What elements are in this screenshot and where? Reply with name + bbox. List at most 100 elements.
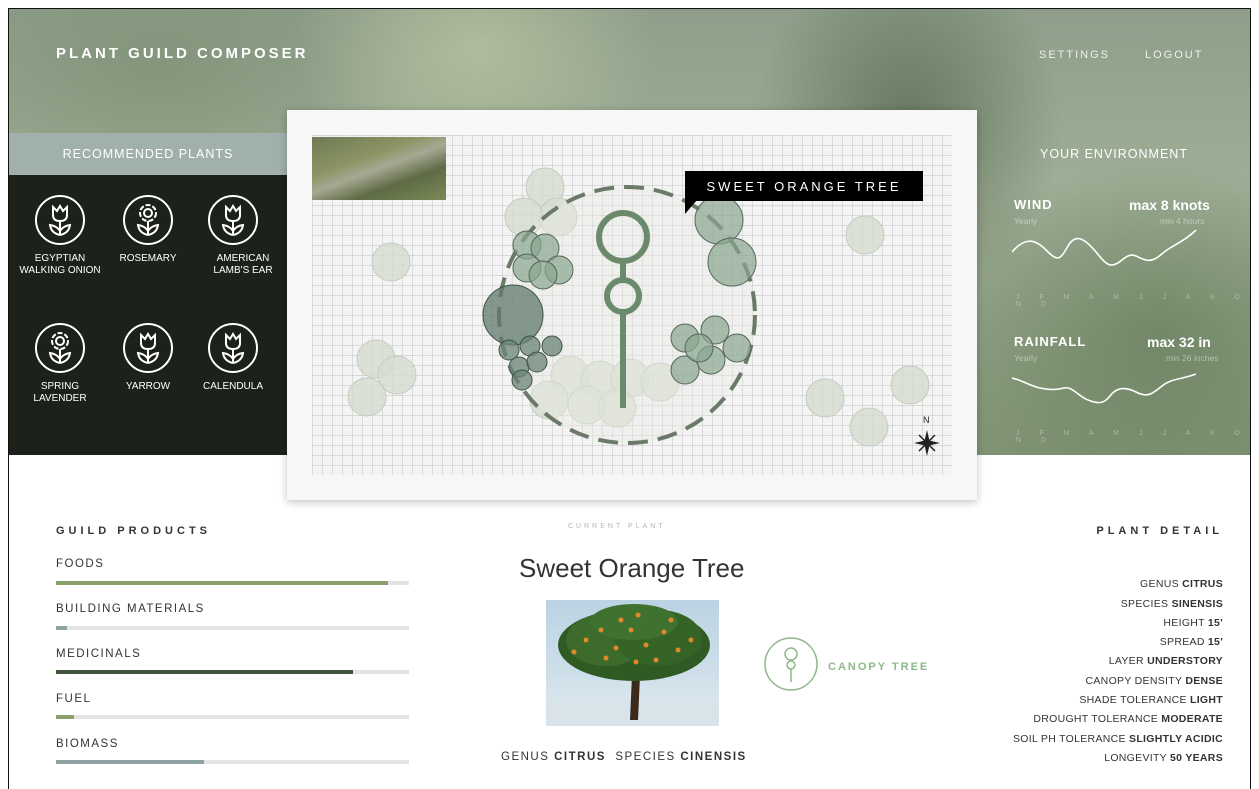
product-bar-fill	[56, 760, 205, 764]
detail-key: LONGEVITY	[1104, 752, 1167, 764]
product-bar-medicinals	[56, 670, 409, 674]
rainfall-label: RAINFALL	[1014, 334, 1087, 349]
species-value: CINENSIS	[680, 751, 747, 763]
guild-products-title: GUILD PRODUCTS	[56, 525, 211, 537]
rainfall-min: min 26 inches	[1166, 353, 1219, 363]
recommended-plant-american-lambs-ear[interactable]: AMERICAN LAMB'S EAR	[190, 195, 276, 277]
current-plant-name: Sweet Orange Tree	[519, 553, 745, 583]
tulip-icon	[123, 323, 173, 373]
plant-marker	[528, 260, 558, 290]
detail-value: UNDERSTORY	[1147, 655, 1223, 667]
detail-row-genus: GENUS CITRUS	[1140, 578, 1223, 590]
product-bar-fill	[56, 581, 388, 585]
settings-link[interactable]: SETTINGS	[1039, 49, 1110, 61]
species-prefix: SPECIES	[615, 751, 676, 763]
detail-key: SPREAD	[1159, 636, 1205, 648]
product-label-biomass: BIOMASS	[56, 738, 119, 750]
product-bar-building-materials	[56, 626, 409, 630]
plant-marker	[511, 369, 533, 391]
product-bar-fill	[56, 626, 67, 630]
product-bar-biomass	[56, 760, 409, 764]
flower-icon	[35, 323, 85, 373]
detail-value: 15'	[1207, 617, 1223, 629]
guild-map-plants: N	[347, 167, 940, 456]
environment-title: YOUR ENVIRONMENT	[1040, 147, 1188, 161]
current-plant-section-label: CURRENT PLANT	[568, 523, 666, 530]
detail-key: HEIGHT	[1163, 617, 1205, 629]
wind-label: WIND	[1014, 197, 1053, 212]
plant-marker	[845, 215, 885, 255]
detail-value: 50 YEARS	[1170, 752, 1223, 764]
detail-row-spread: SPREAD 15'	[1160, 636, 1223, 648]
plant-marker	[347, 377, 387, 417]
detail-row-layer: LAYER UNDERSTORY	[1109, 655, 1223, 667]
detail-key: LAYER	[1108, 655, 1144, 667]
plant-marker	[890, 365, 930, 405]
guild-map-card: N SWEET ORANGE TREE	[287, 110, 977, 500]
rainfall-period: Yearly	[1014, 353, 1038, 363]
detail-row-height: HEIGHT 15'	[1163, 617, 1223, 629]
recommended-plant-yarrow[interactable]: YARROW	[105, 323, 191, 393]
canopy-tree-label: CANOPY TREE	[828, 661, 930, 673]
detail-row-canopy-density: CANOPY DENSITY DENSE	[1086, 675, 1224, 687]
detail-key: GENUS	[1140, 578, 1179, 590]
product-label-fuel: FUEL	[56, 693, 92, 705]
detail-value: SINENSIS	[1171, 598, 1223, 610]
recommended-plant-label: AMERICAN LAMB'S EAR	[213, 253, 273, 276]
wind-min: min 4 hours	[1160, 216, 1205, 226]
plant-marker	[694, 195, 744, 245]
product-label-building-materials: BUILDING MATERIALS	[56, 603, 205, 615]
recommended-plants-panel: EGYPTIAN WALKING ONION ROSEMARY AMERICAN…	[8, 175, 288, 455]
rainfall-sparkline	[1012, 373, 1197, 404]
logout-link[interactable]: LOGOUT	[1145, 49, 1203, 61]
recommended-plant-label: CALENDULA	[202, 381, 264, 392]
compass-icon: N	[914, 415, 940, 456]
detail-row-soil-ph-tolerance: SOIL PH TOLERANCE SLIGHTLY ACIDIC	[1013, 733, 1223, 745]
recommended-plant-label: ROSEMARY	[119, 253, 177, 264]
wind-month-axis: J F M A M J J A S O N D	[1016, 294, 1249, 308]
product-bar-fill	[56, 670, 353, 674]
app-title: PLANT GUILD COMPOSER	[56, 45, 309, 62]
recommended-plant-egyptian-walking-onion[interactable]: EGYPTIAN WALKING ONION	[17, 195, 103, 277]
recommended-plant-label: SPRING LAVENDER	[33, 381, 87, 404]
plant-marker	[371, 242, 411, 282]
tulip-icon	[208, 323, 258, 373]
plant-detail-title: PLANT DETAIL	[1096, 525, 1223, 537]
wind-sparkline	[1012, 229, 1197, 266]
detail-key: SHADE TOLERANCE	[1079, 694, 1187, 706]
detail-key: CANOPY DENSITY	[1085, 675, 1183, 687]
recommended-plant-calendula[interactable]: CALENDULA	[190, 323, 276, 393]
wind-period: Yearly	[1014, 216, 1038, 226]
plant-marker	[707, 237, 757, 287]
genus-value: CITRUS	[554, 751, 606, 763]
detail-row-species: SPECIES SINENSIS	[1121, 598, 1223, 610]
product-label-foods: FOODS	[56, 558, 105, 570]
product-label-medicinals: MEDICINALS	[56, 648, 142, 660]
rainfall-max: max 32 in	[1147, 334, 1211, 350]
detail-key: DROUGHT TOLERANCE	[1033, 713, 1159, 725]
canopy-tree-icon	[764, 637, 818, 691]
detail-value: DENSE	[1185, 675, 1223, 687]
detail-value: LIGHT	[1190, 694, 1223, 706]
recommended-plant-spring-lavender[interactable]: SPRING LAVENDER	[17, 323, 103, 405]
recommended-plant-rosemary[interactable]: ROSEMARY	[105, 195, 191, 265]
recommended-plant-label: YARROW	[125, 381, 171, 392]
flower-icon	[123, 195, 173, 245]
plant-marker	[722, 333, 752, 363]
product-bar-fuel	[56, 715, 409, 719]
detail-value: MODERATE	[1161, 713, 1223, 725]
current-plant-taxonomy: GENUS CITRUS SPECIES CINENSIS	[501, 751, 747, 763]
selected-plant-label: SWEET ORANGE TREE	[685, 171, 923, 201]
plant-marker	[526, 351, 548, 373]
product-bar-foods	[56, 581, 409, 585]
detail-row-longevity: LONGEVITY 50 YEARS	[1104, 752, 1223, 764]
compass-north-label: N	[923, 415, 930, 425]
plant-marker	[849, 407, 889, 447]
product-bar-fill	[56, 715, 74, 719]
plant-marker	[805, 378, 845, 418]
rainfall-month-axis: J F M A M J J A S O N D	[1016, 430, 1249, 444]
plant-marker	[684, 333, 714, 363]
detail-key: SPECIES	[1120, 598, 1169, 610]
recommended-plant-label: EGYPTIAN WALKING ONION	[19, 253, 101, 276]
tulip-icon	[35, 195, 85, 245]
